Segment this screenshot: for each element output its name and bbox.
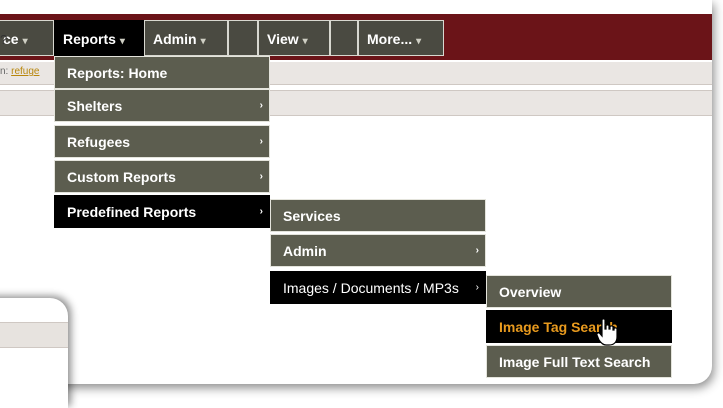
breadcrumb-text: n: refuge bbox=[0, 66, 39, 77]
left-fragment: ? bbox=[0, 32, 8, 47]
menu-item-label: Services bbox=[283, 208, 341, 224]
nav-item-admin[interactable]: Admin ▾ bbox=[144, 20, 228, 56]
menu-item-image-full-text-search[interactable]: Image Full Text Search bbox=[486, 345, 672, 378]
menu-item-services[interactable]: Services bbox=[270, 199, 486, 232]
menu-item-label: Admin bbox=[283, 243, 327, 259]
nav-item-reports[interactable]: Reports ▾ bbox=[54, 20, 144, 56]
chevron-down-icon: ▾ bbox=[119, 36, 125, 47]
nav-label: More... bbox=[367, 31, 413, 47]
menu-item-refugees[interactable]: Refugees › bbox=[54, 125, 270, 158]
nav-item-view[interactable]: View ▾ bbox=[258, 20, 330, 56]
breadcrumb-link[interactable]: refuge bbox=[11, 66, 39, 77]
menu-item-label: Overview bbox=[499, 284, 562, 300]
menu-item-admin[interactable]: Admin › bbox=[270, 234, 486, 267]
chevron-down-icon: ▾ bbox=[200, 36, 206, 47]
menu-item-custom-reports[interactable]: Custom Reports › bbox=[54, 160, 270, 193]
menu-item-reports-home[interactable]: Reports: Home bbox=[54, 56, 270, 89]
nav-item-blank[interactable] bbox=[330, 20, 358, 56]
hand-pointer-icon bbox=[596, 318, 618, 351]
background-window-row bbox=[0, 322, 68, 348]
nav-label: View bbox=[267, 31, 299, 47]
chevron-down-icon: ▾ bbox=[302, 36, 308, 47]
breadcrumb-prefix: n: bbox=[0, 66, 9, 77]
chevron-right-icon: › bbox=[259, 136, 263, 147]
nav-item-more[interactable]: More... ▾ bbox=[358, 20, 444, 56]
nav-item-blank[interactable] bbox=[228, 20, 258, 56]
chevron-right-icon: › bbox=[259, 206, 263, 217]
menu-item-shelters[interactable]: Shelters › bbox=[54, 89, 270, 122]
menu-item-overview[interactable]: Overview bbox=[486, 275, 672, 308]
nav-label: Admin bbox=[153, 31, 197, 47]
menu-item-label: Images / Documents / MP3s bbox=[283, 280, 459, 296]
menu-item-label: Custom Reports bbox=[67, 169, 176, 185]
background-window bbox=[0, 298, 68, 408]
menu-item-label: Shelters bbox=[67, 98, 123, 114]
menu-item-predefined-reports[interactable]: Predefined Reports › bbox=[54, 195, 270, 228]
menu-item-label: Image Full Text Search bbox=[499, 354, 651, 370]
menu-item-label: Refugees bbox=[67, 134, 131, 150]
chevron-right-icon: › bbox=[475, 245, 479, 256]
chevron-right-icon: › bbox=[259, 100, 263, 111]
chevron-right-icon: › bbox=[475, 282, 479, 293]
chevron-down-icon: ▾ bbox=[22, 36, 28, 47]
menu-item-label: Predefined Reports bbox=[67, 204, 197, 220]
nav-item-ce[interactable]: ce ▾ bbox=[0, 20, 54, 56]
menu-item-label: Reports: Home bbox=[67, 65, 168, 81]
chevron-right-icon: › bbox=[259, 171, 263, 182]
chevron-down-icon: ▾ bbox=[416, 36, 422, 47]
menu-item-images-documents-mp3s[interactable]: Images / Documents / MP3s › bbox=[270, 271, 486, 304]
menu-item-image-tag-search[interactable]: Image Tag Search bbox=[486, 310, 672, 343]
nav-label: Reports bbox=[63, 31, 116, 47]
